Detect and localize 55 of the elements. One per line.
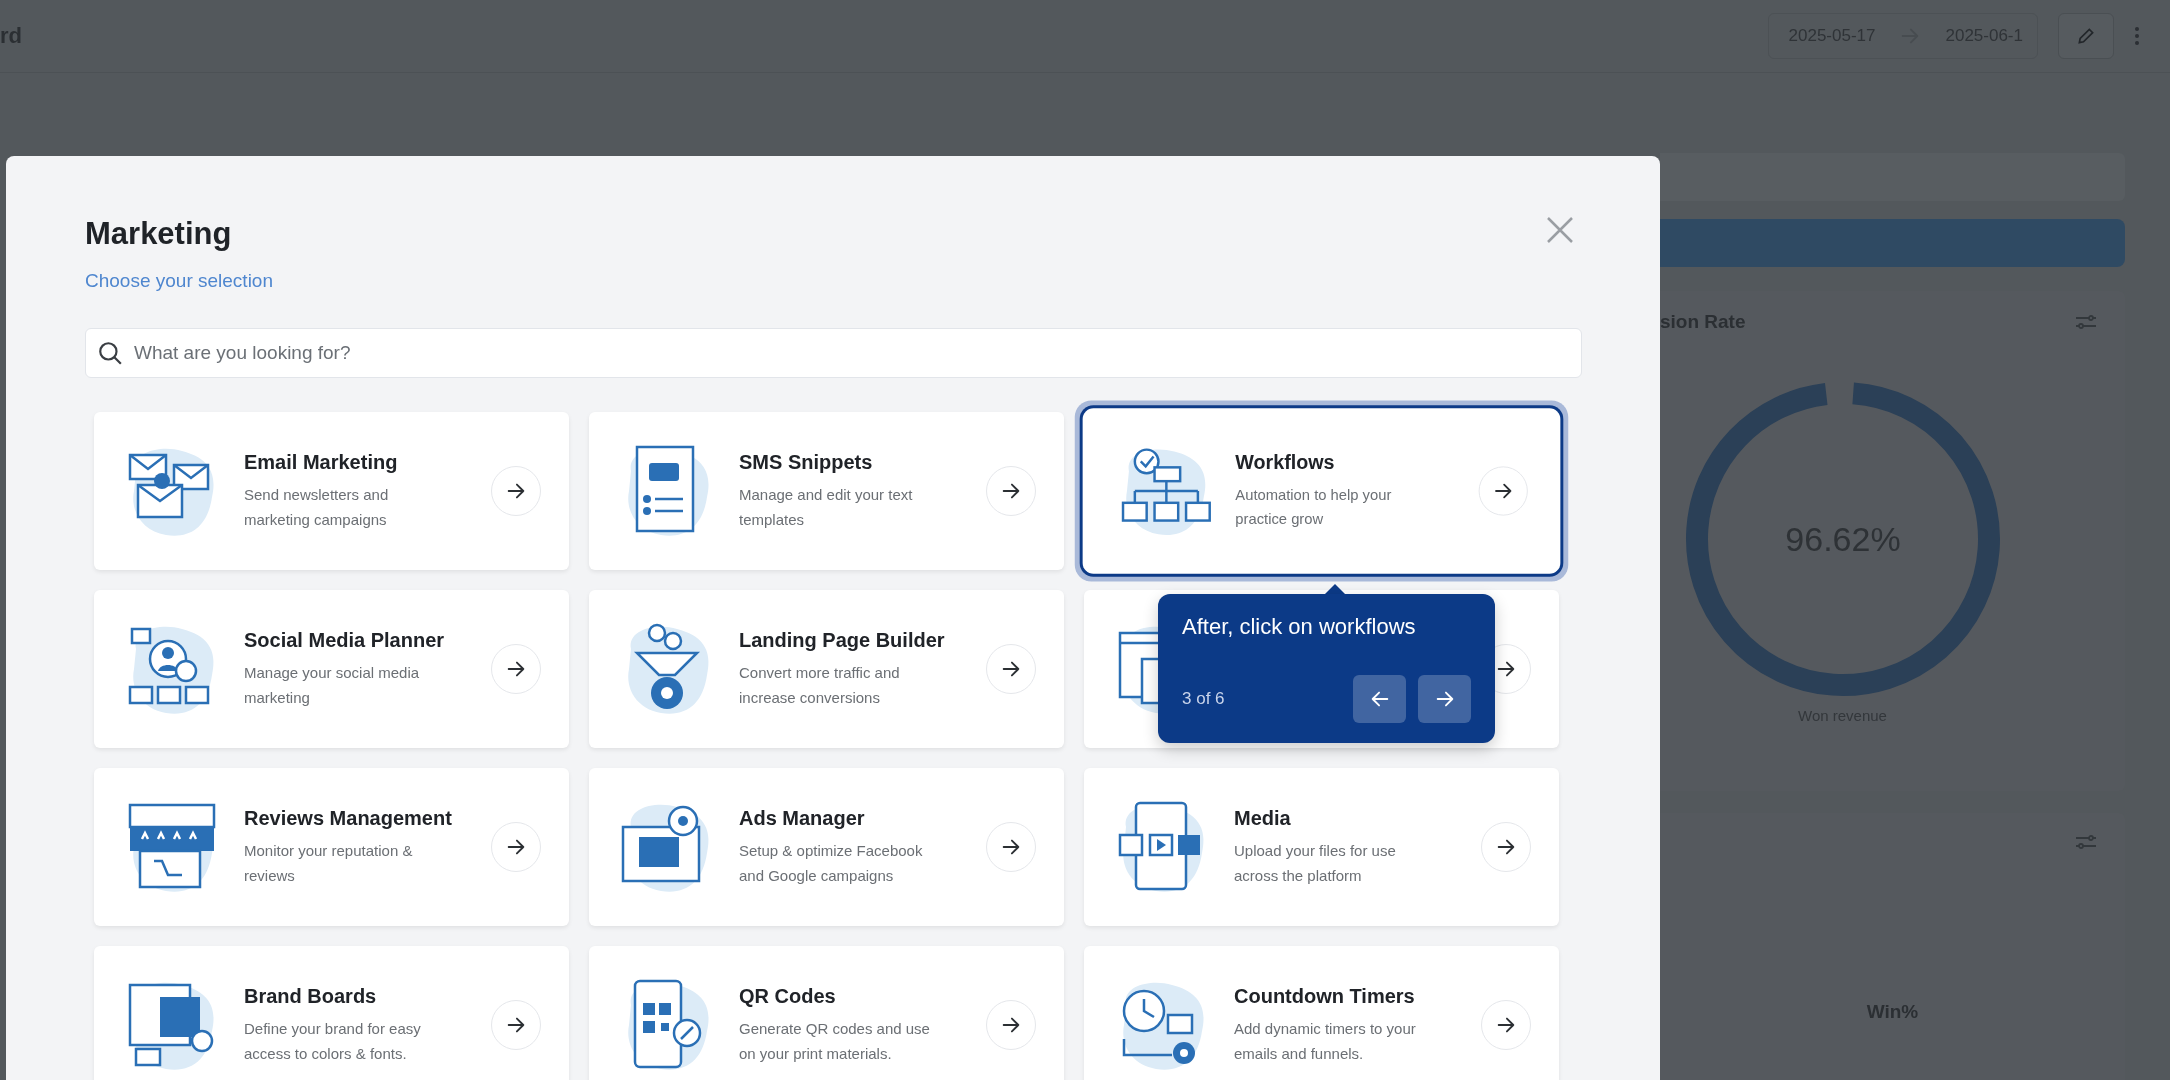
feature-card[interactable]: Email Marketing Send newsletters and marketing campaigns bbox=[94, 412, 569, 570]
dialog-subtitle: Choose your selection bbox=[85, 270, 273, 292]
card-title: QR Codes bbox=[739, 984, 837, 1008]
open-button[interactable] bbox=[1478, 466, 1528, 516]
card-description: Automation to help your practice grow bbox=[1235, 484, 1393, 529]
card-description: Convert more traffic and increase conversions bbox=[739, 662, 901, 708]
card-description: Send newsletters and marketing campaigns bbox=[244, 484, 390, 530]
card-title: SMS Snippets bbox=[739, 450, 874, 474]
feature-card[interactable]: Countdown Timers Add dynamic timers to your emails and funnels. bbox=[1084, 946, 1559, 1080]
feature-card[interactable]: Social Media Planner Manage your social media marketing bbox=[94, 590, 569, 748]
card-title: Media bbox=[1234, 806, 1292, 830]
close-icon bbox=[1546, 216, 1574, 244]
open-button[interactable] bbox=[986, 466, 1036, 516]
open-button[interactable] bbox=[491, 822, 541, 872]
card-description: Generate QR codes and use on your print materials. bbox=[739, 1018, 931, 1064]
open-button[interactable] bbox=[491, 644, 541, 694]
previous-button[interactable] bbox=[1353, 675, 1406, 723]
card-title: Brand Boards bbox=[244, 984, 378, 1008]
card-description: Define your brand for easy access to colors & fonts. bbox=[244, 1018, 422, 1064]
card-description: Add dynamic timers to your emails and funnels. bbox=[1234, 1018, 1417, 1064]
open-button[interactable] bbox=[986, 822, 1036, 872]
next-button[interactable] bbox=[1418, 675, 1471, 723]
card-description: Setup & optimize Facebook and Google campaigns bbox=[739, 840, 924, 886]
dialog-title: Marketing bbox=[85, 216, 233, 252]
card-description: Manage and edit your text templates bbox=[739, 484, 914, 530]
open-button[interactable] bbox=[491, 1000, 541, 1050]
card-title: Landing Page Builder bbox=[739, 628, 946, 652]
card-description: Manage your social media marketing bbox=[244, 662, 421, 708]
sliders-icon[interactable] bbox=[2075, 833, 2097, 851]
feature-card[interactable]: Ads Manager Setup & optimize Facebook and Google campaigns bbox=[589, 768, 1064, 926]
open-button[interactable] bbox=[986, 644, 1036, 694]
open-button[interactable] bbox=[1481, 822, 1531, 872]
card-title: Workflows bbox=[1235, 451, 1336, 474]
pencil-icon bbox=[2076, 26, 2096, 46]
sliders-icon[interactable] bbox=[2075, 313, 2097, 331]
card-description: Upload your files for use across the platform bbox=[1234, 840, 1397, 886]
feature-card[interactable]: Brand Boards Define your brand for easy access to colors & fonts. bbox=[94, 946, 569, 1080]
feature-card[interactable]: Reviews Management Monitor your reputation & reviews bbox=[94, 768, 569, 926]
card-title: Countdown Timers bbox=[1234, 984, 1416, 1008]
card-title: Reviews Management bbox=[244, 806, 453, 830]
open-button[interactable] bbox=[1481, 1000, 1531, 1050]
tooltip-text: After, click on workflows bbox=[1182, 614, 1417, 640]
search-field[interactable]: What are you looking for? bbox=[85, 328, 1582, 378]
feature-card[interactable]: QR Codes Generate QR codes and use on your print materials. bbox=[589, 946, 1064, 1080]
open-button[interactable] bbox=[491, 466, 541, 516]
feature-card[interactable]: SMS Snippets Manage and edit your text templates bbox=[589, 412, 1064, 570]
search-icon bbox=[97, 340, 123, 366]
card-title: Social Media Planner bbox=[244, 628, 446, 652]
card-title: Ads Manager bbox=[739, 806, 866, 830]
step-counter: 3 of 6 bbox=[1182, 689, 1225, 709]
card-title: Email Marketing bbox=[244, 450, 399, 474]
open-button[interactable] bbox=[986, 1000, 1036, 1050]
feature-card[interactable]: Landing Page Builder Convert more traffic and increase conversions bbox=[589, 590, 1064, 748]
card-description: Monitor your reputation & reviews bbox=[244, 840, 414, 886]
feature-card[interactable]: Media Upload your files for use across the platform bbox=[1084, 768, 1559, 926]
